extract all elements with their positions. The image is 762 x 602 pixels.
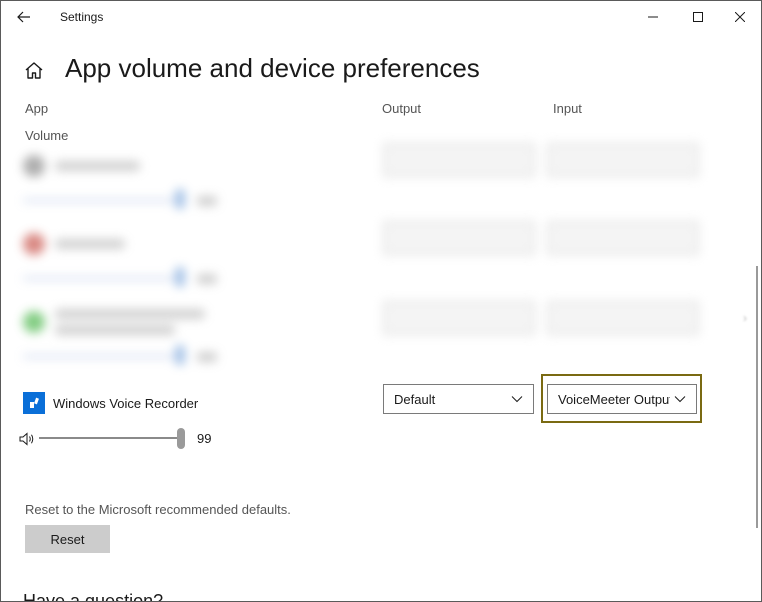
help-heading: Have a question? (23, 591, 164, 602)
maximize-button[interactable] (675, 1, 721, 33)
obscured-app-name (55, 161, 140, 171)
obscured-app-icon (23, 155, 45, 177)
input-device-selected: VoiceMeeter Output (558, 391, 670, 407)
close-button[interactable] (717, 1, 761, 33)
obscured-app-name (55, 309, 205, 319)
back-arrow-icon (17, 11, 30, 23)
reset-description: Reset to the Microsoft recommended defau… (25, 502, 291, 517)
obscured-volume-value (197, 274, 217, 284)
obscured-input-dropdown (547, 221, 699, 255)
minimize-button[interactable] (630, 1, 676, 33)
column-header-output: Output (382, 101, 422, 116)
title-bar: Settings (1, 1, 761, 34)
obscured-app-name (55, 239, 125, 249)
obscured-volume-thumb (175, 345, 185, 365)
home-icon (25, 62, 43, 79)
scroll-chevron-icon: › (743, 311, 747, 325)
obscured-input-dropdown (547, 143, 699, 177)
obscured-output-dropdown (383, 221, 535, 255)
output-device-dropdown[interactable]: Default (383, 384, 534, 414)
back-button[interactable] (13, 6, 35, 28)
obscured-app-name (55, 325, 175, 335)
scrollbar-thumb[interactable] (756, 266, 758, 528)
volume-value: 99 (197, 431, 212, 446)
mute-button[interactable] (19, 431, 37, 447)
obscured-app-rows (1, 141, 761, 386)
voice-recorder-app-icon (23, 392, 45, 414)
obscured-volume-value (197, 196, 217, 206)
obscured-app-icon (23, 311, 45, 333)
page-title: App volume and device preferences (65, 53, 480, 83)
input-device-dropdown[interactable]: VoiceMeeter Output (547, 384, 697, 414)
obscured-volume-thumb (175, 267, 185, 287)
obscured-volume-value (197, 352, 217, 362)
settings-window: Settings App volume and device preferenc… (0, 0, 762, 602)
minimize-icon (648, 16, 658, 18)
speaker-icon (19, 432, 34, 446)
window-title: Settings (60, 10, 104, 24)
volume-slider-track[interactable] (39, 437, 179, 439)
obscured-output-dropdown (383, 301, 535, 335)
volume-slider-thumb[interactable] (177, 428, 185, 449)
obscured-app-icon (23, 233, 45, 255)
output-device-selected: Default (394, 391, 436, 407)
obscured-volume-track (23, 355, 183, 358)
reset-button[interactable]: Reset (25, 525, 110, 553)
column-header-input: Input (553, 101, 582, 116)
column-header-app: App (25, 101, 49, 116)
obscured-volume-track (23, 277, 183, 280)
home-button[interactable] (23, 60, 45, 82)
voice-recorder-icon (30, 397, 39, 408)
chevron-down-icon (511, 396, 523, 403)
obscured-volume-thumb (175, 189, 185, 209)
maximize-icon (693, 12, 703, 22)
close-icon (735, 12, 745, 22)
app-name: Windows Voice Recorder (53, 396, 199, 411)
obscured-volume-track (23, 199, 183, 202)
obscured-input-dropdown (547, 301, 699, 335)
chevron-down-icon (674, 396, 686, 403)
obscured-output-dropdown (383, 143, 535, 177)
